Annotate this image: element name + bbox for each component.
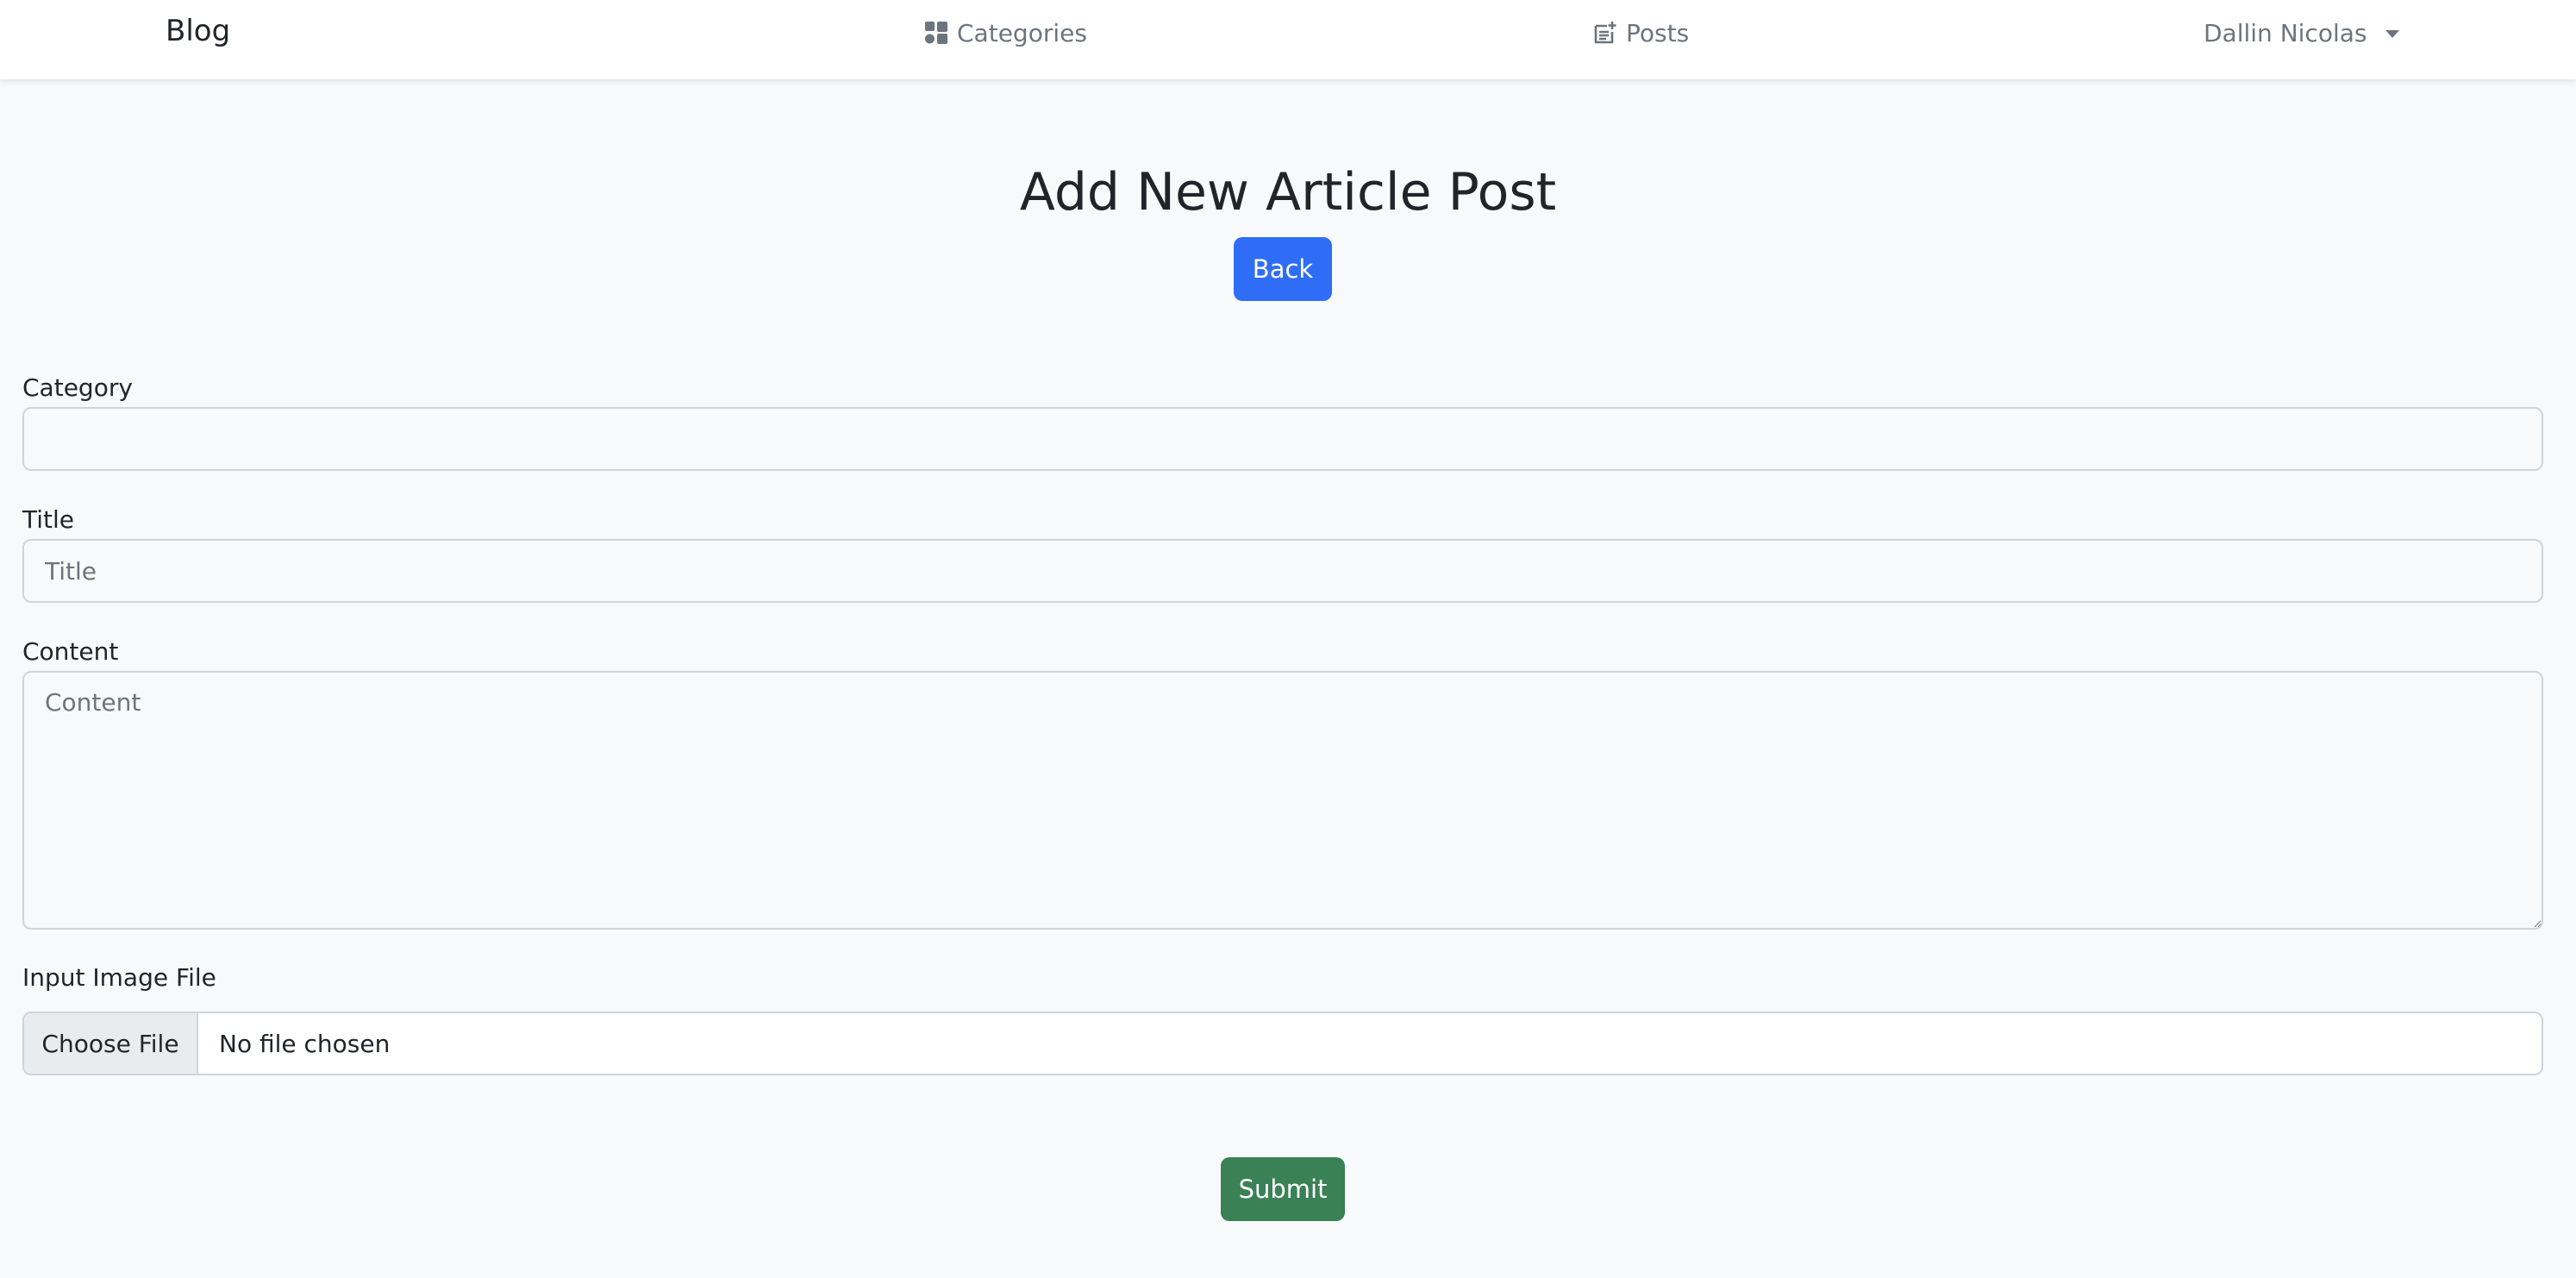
title-field[interactable] xyxy=(22,539,2543,603)
post-add-icon xyxy=(1593,21,1617,45)
nav-link-label: Categories xyxy=(957,18,1087,47)
image-file-input[interactable]: Choose File No file chosen xyxy=(22,1012,2543,1075)
user-name: Dallin Nicolas xyxy=(2204,18,2367,47)
content-label: Content xyxy=(22,637,119,666)
category-label: Category xyxy=(22,373,133,402)
categories-grid-icon xyxy=(924,21,948,45)
content-textarea[interactable] xyxy=(22,671,2543,930)
title-label: Title xyxy=(22,505,75,534)
image-file-label: Input Image File xyxy=(22,963,216,992)
submit-button[interactable]: Submit xyxy=(1221,1157,1345,1221)
back-button[interactable]: Back xyxy=(1234,237,1332,301)
chevron-down-icon xyxy=(2385,29,2400,38)
top-navbar: Blog Categories Posts Dallin Nicolas xyxy=(0,0,2576,79)
category-field[interactable] xyxy=(22,407,2543,471)
nav-link-posts[interactable]: Posts xyxy=(1593,12,1689,53)
page-title: Add New Article Post xyxy=(1019,162,1557,222)
file-status-text: No file chosen xyxy=(219,1029,391,1058)
choose-file-button[interactable]: Choose File xyxy=(24,1013,198,1074)
user-menu-dropdown[interactable]: Dallin Nicolas xyxy=(2204,12,2400,53)
nav-link-label: Posts xyxy=(1626,18,1690,47)
nav-link-categories[interactable]: Categories xyxy=(924,12,1087,53)
brand-link[interactable]: Blog xyxy=(166,10,230,52)
